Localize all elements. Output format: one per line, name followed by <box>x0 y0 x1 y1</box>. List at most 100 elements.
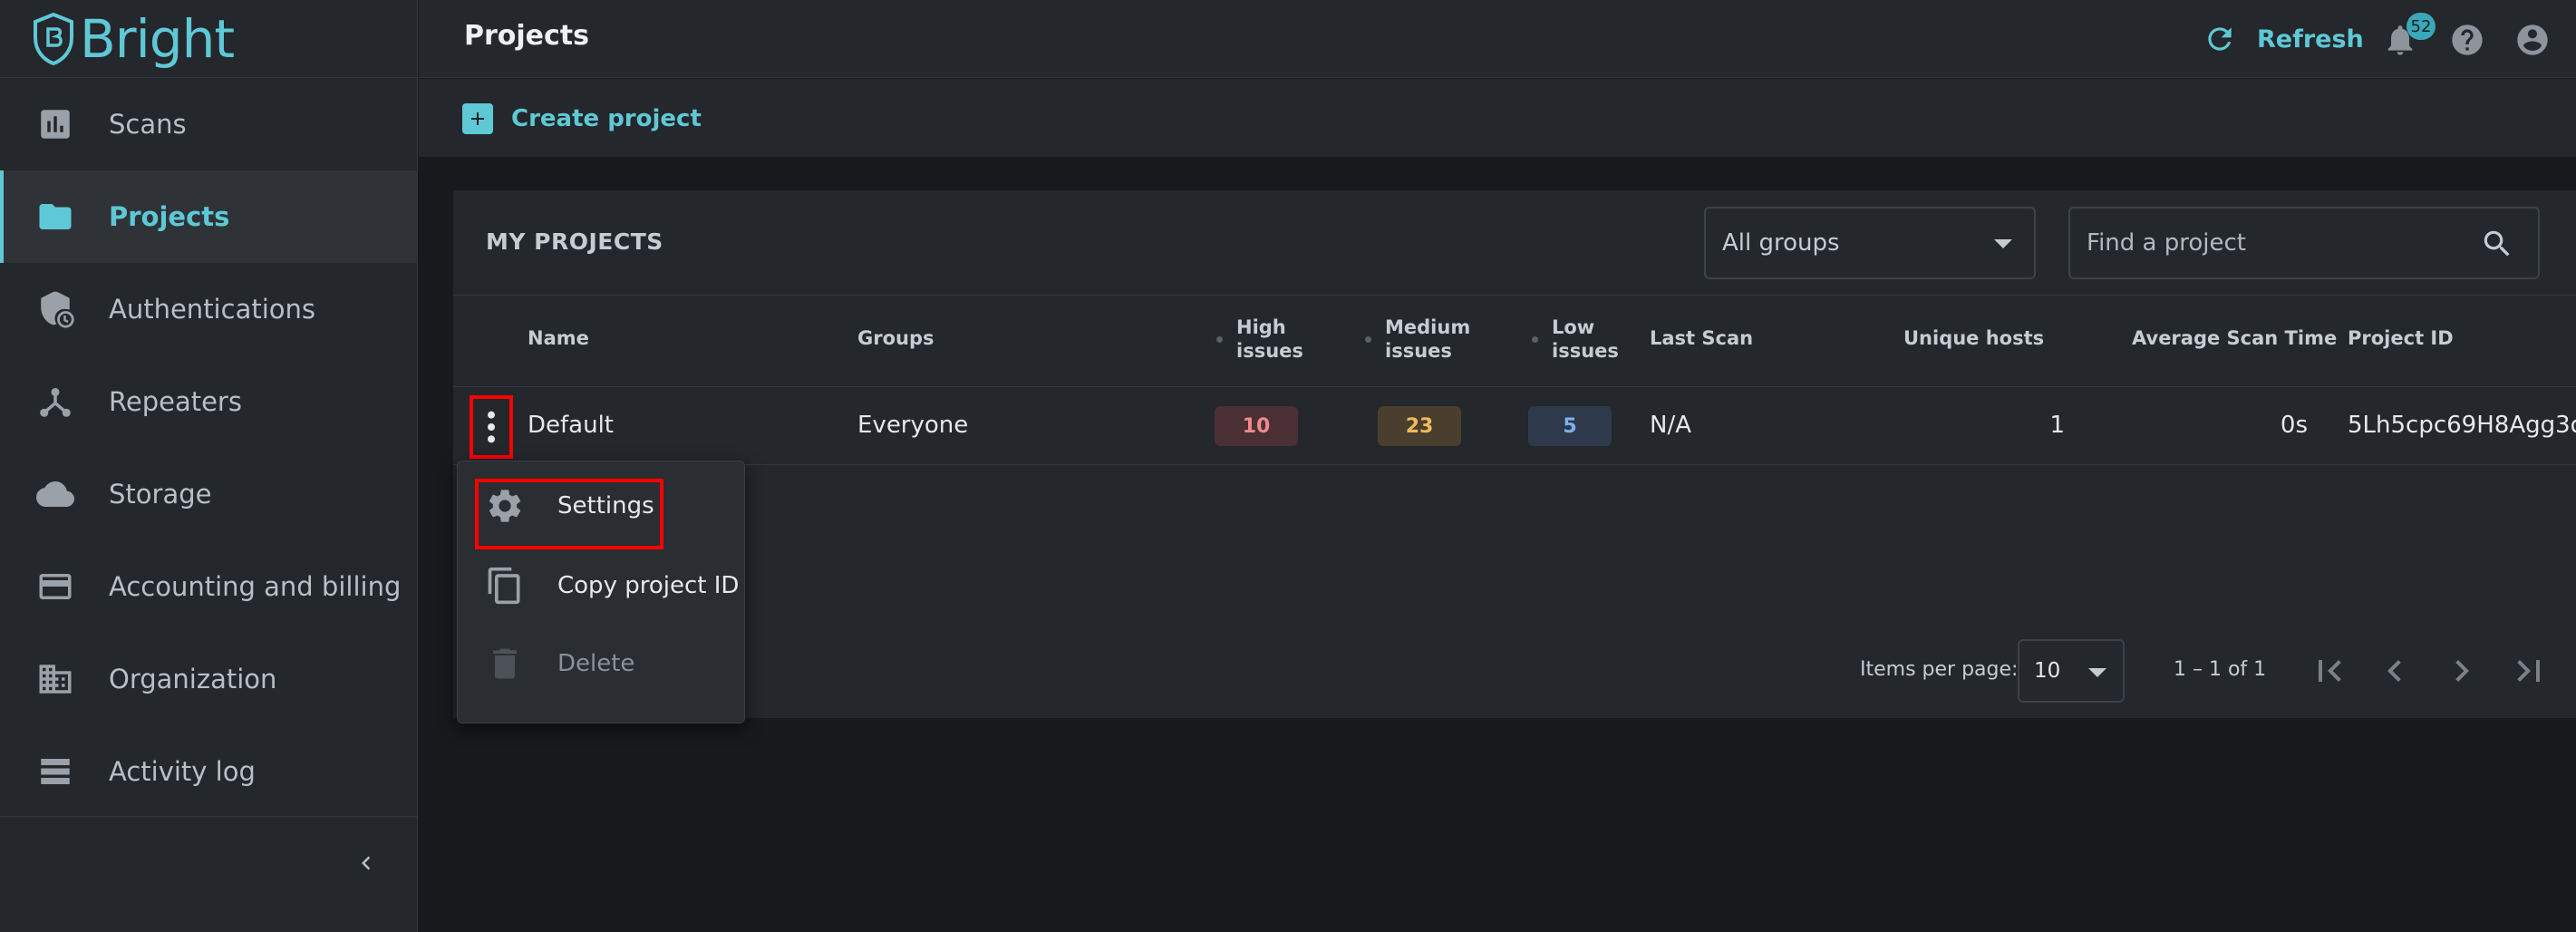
column-header-low-issues[interactable]: Low issues <box>1552 316 1619 363</box>
divider <box>453 386 2576 387</box>
sidebar-item-repeaters[interactable]: Repeaters <box>0 355 418 448</box>
repeater-icon <box>34 381 76 422</box>
last-page-icon <box>2517 660 2540 682</box>
create-project-label: Create project <box>511 105 702 132</box>
menu-item-label: Copy project ID <box>557 572 740 599</box>
menu-item-label: Settings <box>557 492 654 519</box>
divider <box>453 295 2576 296</box>
column-header-medium-issues[interactable]: Medium issues <box>1385 316 1476 363</box>
notification-count-badge: 52 <box>2407 13 2436 40</box>
refresh-label: Refresh <box>2257 24 2364 53</box>
sidebar: Bright Scans Projects Authentications Re… <box>0 0 418 932</box>
projects-card: MY PROJECTS All groups Name Groups High … <box>453 190 2576 718</box>
collapse-sidebar-button[interactable] <box>348 845 384 881</box>
menu-item-delete: Delete <box>458 625 746 703</box>
sort-indicator <box>1365 336 1371 343</box>
sidebar-item-label: Organization <box>109 664 277 694</box>
sidebar-item-scans[interactable]: Scans <box>0 78 418 170</box>
avg-scan-time-value: 0s <box>2280 412 2308 439</box>
pagination-range: 1 – 1 of 1 <box>2174 658 2267 681</box>
chevron-left-icon <box>2387 660 2401 682</box>
column-header-unique-hosts[interactable]: Unique hosts <box>1903 326 2044 350</box>
column-header-project-id[interactable]: Project ID <box>2348 326 2454 350</box>
shield-logo-icon <box>34 13 73 65</box>
dropdown-arrow-icon <box>2088 668 2106 677</box>
sidebar-item-storage[interactable]: Storage <box>0 448 418 540</box>
sort-indicator <box>1532 336 1538 343</box>
divider <box>453 464 2576 465</box>
menu-item-settings[interactable]: Settings <box>458 467 746 545</box>
sidebar-item-label: Activity log <box>109 756 256 787</box>
cloud-icon <box>34 473 76 515</box>
sidebar-item-label: Repeaters <box>109 386 242 417</box>
card-title: MY PROJECTS <box>486 228 663 255</box>
group-filter-select[interactable]: All groups <box>1704 207 2036 279</box>
project-name[interactable]: Default <box>528 412 614 439</box>
divider <box>0 816 418 817</box>
project-groups: Everyone <box>857 412 969 439</box>
sidebar-item-label: Storage <box>109 479 212 510</box>
low-issues-badge: 5 <box>1528 406 1612 446</box>
column-header-last-scan[interactable]: Last Scan <box>1650 326 1753 350</box>
unique-hosts-value: 1 <box>2049 412 2065 439</box>
menu-item-copy-project-id[interactable]: Copy project ID <box>458 547 746 625</box>
sidebar-item-label: Projects <box>109 201 230 232</box>
high-issues-badge: 10 <box>1215 406 1298 446</box>
account-circle-icon <box>2517 24 2548 55</box>
column-header-average-scan-time[interactable]: Average Scan Time <box>2132 326 2337 350</box>
items-per-page-value: 10 <box>2034 659 2061 683</box>
project-search <box>2068 207 2540 279</box>
next-page-button[interactable] <box>2440 649 2484 693</box>
app-logo[interactable]: Bright <box>33 7 235 71</box>
sidebar-item-accounting-and-billing[interactable]: Accounting and billing <box>0 540 418 633</box>
items-per-page-select[interactable]: 10 <box>2018 639 2125 703</box>
list-icon <box>34 751 76 792</box>
bar-chart-icon <box>34 103 76 145</box>
copy-icon <box>485 566 525 606</box>
first-page-button[interactable] <box>2308 649 2351 693</box>
refresh-button[interactable]: Refresh <box>2203 16 2364 62</box>
sidebar-item-label: Accounting and billing <box>109 571 402 602</box>
sidebar-item-activity-log[interactable]: Activity log <box>0 725 418 818</box>
help-icon <box>2452 24 2483 55</box>
last-page-button[interactable] <box>2507 649 2551 693</box>
help-button[interactable] <box>2449 22 2485 58</box>
last-scan-value: N/A <box>1650 412 1691 439</box>
folder-icon <box>34 196 76 238</box>
trash-icon <box>485 644 525 684</box>
first-page-icon <box>2319 660 2341 682</box>
row-actions-button[interactable] <box>470 395 513 459</box>
menu-item-label: Delete <box>557 650 635 677</box>
sidebar-item-organization[interactable]: Organization <box>0 633 418 725</box>
gear-icon <box>485 486 525 526</box>
sidebar-item-label: Scans <box>109 109 187 140</box>
sort-indicator <box>1216 336 1223 343</box>
logo-text: Bright <box>80 8 235 70</box>
credit-card-icon <box>34 566 76 607</box>
chevron-left-icon <box>362 856 371 870</box>
sidebar-nav: Scans Projects Authentications Repeaters… <box>0 78 418 818</box>
row-actions-menu: Settings Copy project ID Delete <box>457 461 745 723</box>
top-header: Projects Refresh <box>419 0 2576 78</box>
dropdown-arrow-icon <box>1994 239 2012 248</box>
page-title: Projects <box>464 20 590 52</box>
sidebar-item-label: Authentications <box>109 294 315 325</box>
column-header-groups[interactable]: Groups <box>857 326 935 350</box>
refresh-icon <box>2208 27 2232 51</box>
shield-icon <box>34 288 76 330</box>
plus-icon <box>462 103 493 134</box>
column-header-high-issues[interactable]: High issues <box>1236 316 1309 363</box>
previous-page-button[interactable] <box>2373 649 2416 693</box>
account-button[interactable] <box>2514 22 2551 58</box>
toolbar: Create project <box>419 79 2576 157</box>
medium-issues-badge: 23 <box>1378 406 1461 446</box>
create-project-button[interactable]: Create project <box>462 99 702 139</box>
project-search-input[interactable] <box>2087 229 2467 257</box>
building-icon <box>34 658 76 700</box>
column-header-name[interactable]: Name <box>528 326 589 350</box>
project-id-value: 5Lh5cpc69H8Agg3op <box>2348 412 2576 439</box>
sidebar-item-authentications[interactable]: Authentications <box>0 263 418 355</box>
search-icon[interactable] <box>2480 227 2514 261</box>
items-per-page-label: Items per page: <box>1860 658 2019 681</box>
sidebar-item-projects[interactable]: Projects <box>0 170 418 263</box>
